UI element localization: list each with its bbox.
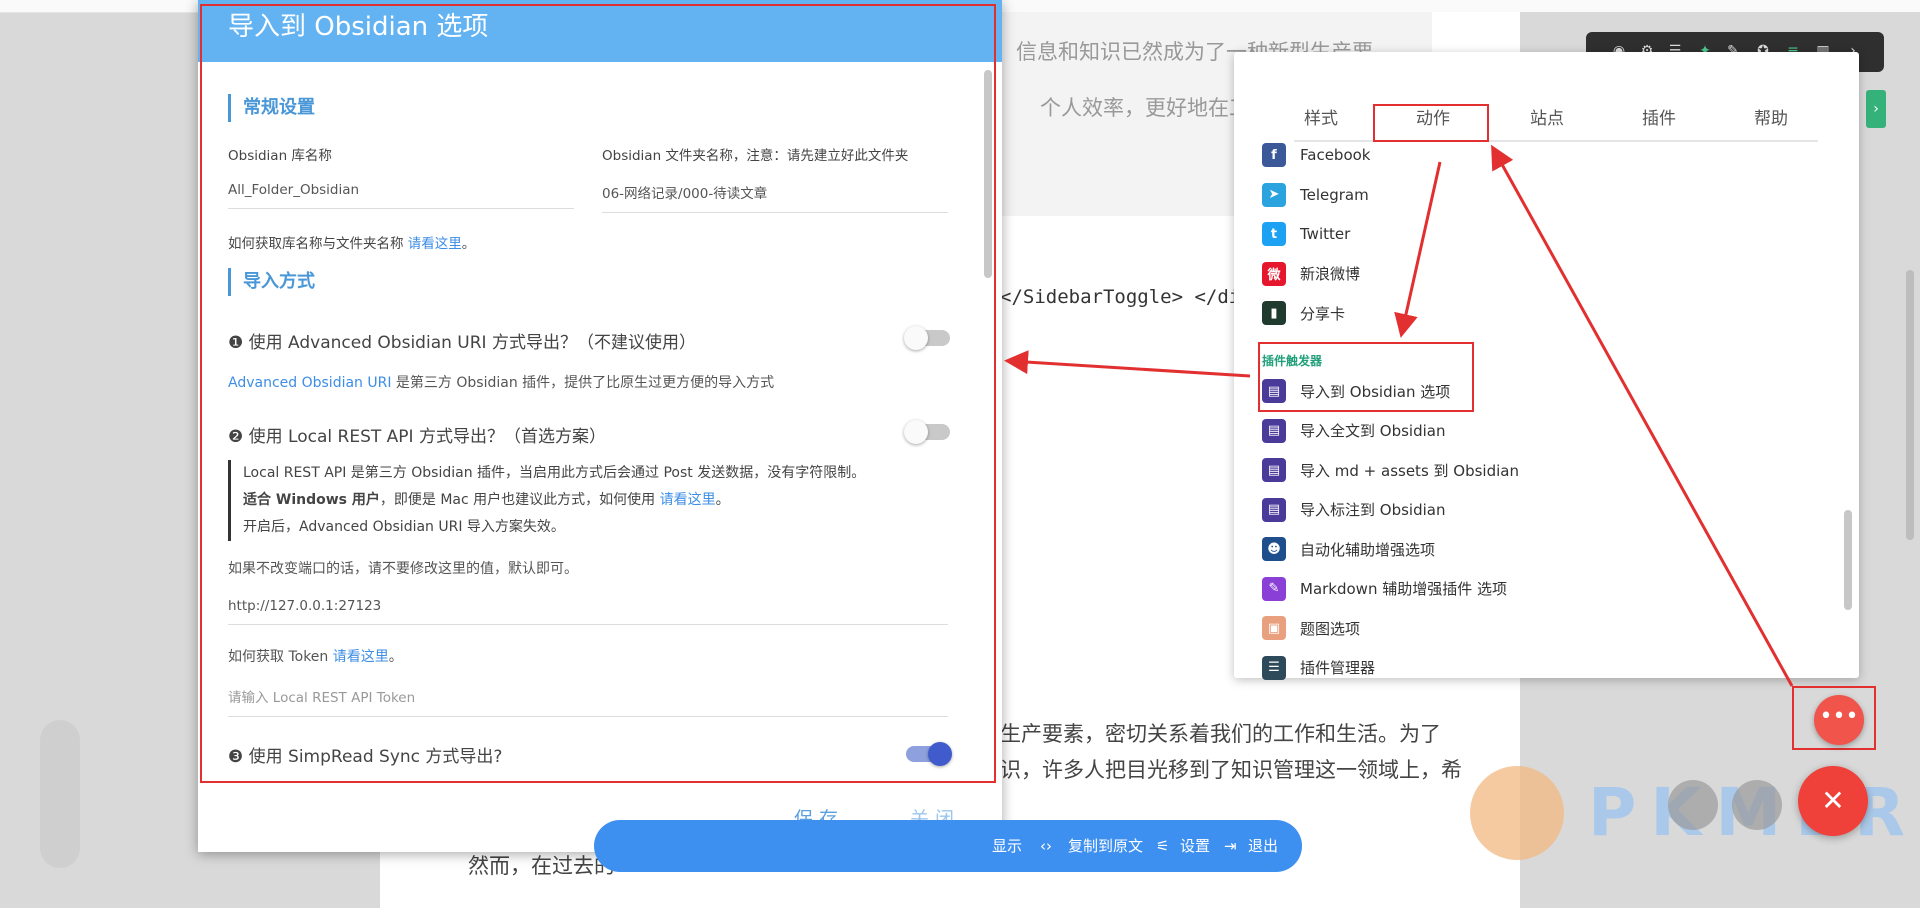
article-line: 识，许多人把目光移到了知识管理这一领域上，希: [1000, 758, 1462, 782]
menu-item-label: 新浪微博: [1300, 265, 1361, 283]
obsidian-doc-icon: ▤: [1262, 458, 1286, 482]
code-icon: ‹›: [1040, 837, 1052, 855]
menu-item-label: 导入标注到 Obsidian: [1300, 501, 1446, 519]
article-line: 生产要素，密切关系着我们的工作和生活。为了: [1000, 722, 1441, 746]
share-card-icon: ▮: [1262, 301, 1286, 325]
tab-help[interactable]: 帮助: [1754, 104, 1788, 129]
robot-icon: ☻: [1262, 537, 1286, 561]
twitter-icon: t: [1262, 222, 1286, 246]
settings-button[interactable]: 设置: [1180, 820, 1210, 872]
image-icon: ▣: [1262, 616, 1286, 640]
menu-item-label: 导入 md + assets 到 Obsidian: [1300, 461, 1519, 480]
menu-item[interactable]: ▤ 导入全文到 Obsidian: [1262, 416, 1445, 446]
menu-item[interactable]: ▣ 题图选项: [1262, 613, 1360, 643]
tab-style[interactable]: 样式: [1304, 104, 1338, 129]
facebook-icon: f: [1262, 143, 1286, 167]
menu-item[interactable]: 微新浪微博: [1262, 259, 1360, 289]
annotation-box-actions-tab: [1373, 104, 1489, 142]
menu-item[interactable]: ▮ 分享卡: [1262, 298, 1345, 328]
annotation-frame-dialog: [200, 4, 996, 783]
menu-item-label: Telegram: [1300, 185, 1369, 204]
menu-item-label: Facebook: [1300, 146, 1371, 164]
obsidian-doc-icon: ▤: [1262, 497, 1286, 522]
menu-item[interactable]: ➤ Telegram: [1262, 180, 1369, 210]
green-side-tab[interactable]: ›: [1866, 90, 1886, 128]
menu-item-label: 插件管理器: [1300, 659, 1376, 677]
list-icon: ☰: [1262, 655, 1286, 680]
menu-item[interactable]: ✎ Markdown 辅助增强插件 选项: [1262, 574, 1507, 604]
settings-icon: ⚟: [1156, 837, 1170, 855]
more-actions-button[interactable]: •••: [1814, 695, 1864, 745]
menu-item[interactable]: t Twitter: [1262, 219, 1350, 249]
article-code-line: </SidebarToggle> </div: [1000, 286, 1252, 308]
tab-sites[interactable]: 站点: [1530, 104, 1564, 129]
article-line: 然而，在过去的: [468, 854, 615, 878]
menu-item-label: 分享卡: [1300, 304, 1346, 323]
show-button[interactable]: 显示: [992, 820, 1022, 872]
page-scrollbar[interactable]: [1906, 270, 1914, 540]
close-fab-button[interactable]: ✕: [1798, 766, 1868, 836]
menu-item-label: 自动化辅助增强选项: [1300, 540, 1436, 559]
reader-bottom-bar: 显示 ‹› 复制到原文 ⚟ 设置 ⇥ 退出: [594, 820, 1302, 872]
menu-item-label: 导入全文到 Obsidian: [1300, 422, 1446, 440]
exit-icon: ⇥: [1224, 837, 1237, 855]
menu-item[interactable]: ▤ 导入标注到 Obsidian: [1262, 495, 1445, 525]
menu-item[interactable]: f Facebook: [1262, 140, 1370, 170]
fab-secondary-2[interactable]: [1732, 780, 1782, 830]
menu-item-label: Twitter: [1300, 225, 1351, 243]
menu-item[interactable]: ☰ 插件管理器: [1262, 653, 1375, 683]
telegram-icon: ➤: [1262, 182, 1286, 207]
tab-plugins[interactable]: 插件: [1642, 104, 1676, 129]
pkmer-logo: [1470, 766, 1564, 860]
menu-item-label: Markdown 辅助增强插件 选项: [1300, 580, 1507, 598]
menu-item[interactable]: ☻ 自动化辅助增强选项: [1262, 534, 1435, 564]
menu-item[interactable]: ▤ 导入 md + assets 到 Obsidian: [1262, 455, 1519, 485]
copy-to-original-button[interactable]: 复制到原文: [1068, 820, 1143, 872]
obsidian-doc-icon: ▤: [1262, 418, 1286, 443]
weibo-icon: 微: [1262, 261, 1286, 286]
exit-button[interactable]: 退出: [1248, 820, 1278, 872]
annotation-box-plugin-trigger: [1258, 342, 1474, 412]
left-scroll-indicator[interactable]: [40, 720, 80, 868]
fab-secondary-1[interactable]: [1668, 780, 1718, 830]
popup-scrollbar[interactable]: [1844, 510, 1852, 610]
menu-item-label: 题图选项: [1300, 619, 1361, 638]
markdown-icon: ✎: [1262, 576, 1286, 601]
